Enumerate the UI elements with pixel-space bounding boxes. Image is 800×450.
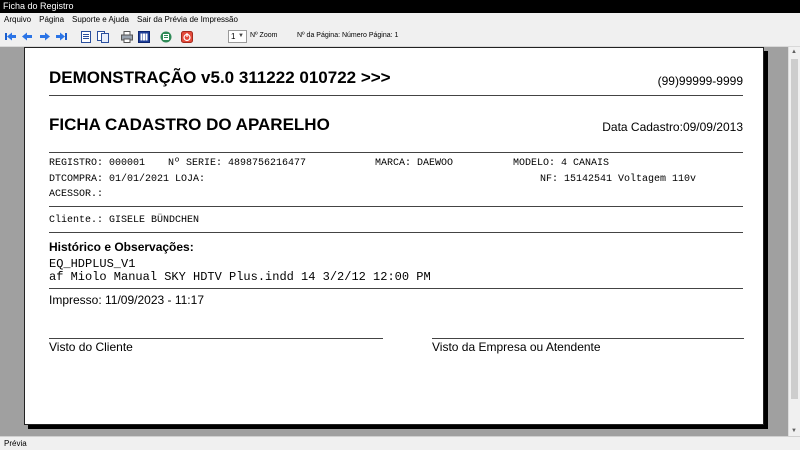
scroll-up-icon[interactable]: ▲ <box>791 49 797 55</box>
status-text: Prévia <box>4 439 27 448</box>
menu-item-sair-previa[interactable]: Sair da Prévia de Impressão <box>137 13 238 27</box>
print-icon[interactable] <box>120 30 133 43</box>
zoom-value: 1 <box>231 32 236 41</box>
menu-item-arquivo[interactable]: Arquivo <box>4 13 31 27</box>
field-marca: MARCA: DAEWOO <box>375 158 454 169</box>
field-registro: REGISTRO: 000001 <box>49 158 146 169</box>
single-page-icon[interactable] <box>79 30 92 43</box>
history-line: EQ_HDPLUS_V1 <box>49 257 136 271</box>
company-header: DEMONSTRAÇÃO v5.0 311222 010722 >>> <box>49 68 391 87</box>
menu-bar: Arquivo Página Suporte e Ajuda Sair da P… <box>0 13 800 27</box>
close-preview-icon[interactable] <box>180 30 193 43</box>
divider <box>49 95 743 96</box>
zoom-label: Nº Zoom <box>250 32 278 39</box>
history-title: Histórico e Observações: <box>49 240 194 254</box>
printed-timestamp: Impresso: 11/09/2023 - 11:17 <box>49 293 204 307</box>
field-serie: Nº SERIE: 4898756216477 <box>168 158 307 169</box>
field-modelo: MODELO: 4 CANAIS <box>513 158 610 169</box>
divider <box>49 152 743 153</box>
grid-icon[interactable] <box>137 30 150 43</box>
next-page-icon[interactable] <box>38 30 51 43</box>
status-bar: Prévia <box>0 436 800 450</box>
signature-label-company: Visto da Empresa ou Atendente <box>432 340 601 354</box>
menu-item-pagina[interactable]: Página <box>39 13 64 27</box>
first-page-icon[interactable] <box>4 30 17 43</box>
form-title: FICHA CADASTRO DO APARELHO <box>49 115 330 134</box>
menu-item-suporte[interactable]: Suporte e Ajuda <box>72 13 129 27</box>
divider <box>49 232 743 233</box>
two-pages-icon[interactable] <box>96 30 109 43</box>
last-page-icon[interactable] <box>55 30 68 43</box>
print-preview-page: DEMONSTRAÇÃO v5.0 311222 010722 >>> (99)… <box>24 47 764 425</box>
window-title: Ficha do Registro <box>3 1 74 11</box>
page-number-label: Nº da Página: Número Página: 1 <box>297 32 399 39</box>
scroll-thumb[interactable] <box>791 59 798 399</box>
field-acessor: ACESSOR.: <box>49 189 104 200</box>
signature-label-client: Visto do Cliente <box>49 340 133 354</box>
date-registered: Data Cadastro:09/09/2013 <box>602 120 743 134</box>
signature-line-company <box>432 338 744 339</box>
field-cliente: Cliente.: GISELE BÜNDCHEN <box>49 215 200 226</box>
chevron-down-icon[interactable]: ▼ <box>238 33 244 39</box>
company-phone: (99)99999-9999 <box>657 74 743 88</box>
history-line: af Miolo Manual SKY HDTV Plus.indd 14 3/… <box>49 270 431 284</box>
divider <box>49 206 743 207</box>
prev-page-icon[interactable] <box>21 30 34 43</box>
signature-line-client <box>49 338 383 339</box>
scroll-down-icon[interactable]: ▼ <box>791 428 797 434</box>
divider <box>49 288 743 289</box>
window-title-bar: Ficha do Registro <box>0 0 800 13</box>
toolbar <box>0 27 800 47</box>
field-nf: NF: 15142541 Voltagem 110v <box>540 174 697 185</box>
export-icon[interactable] <box>159 30 172 43</box>
field-dtcompra: DTCOMPRA: 01/01/2021 LOJA: <box>49 174 206 185</box>
vertical-scrollbar[interactable]: ▲ ▼ <box>788 47 800 436</box>
